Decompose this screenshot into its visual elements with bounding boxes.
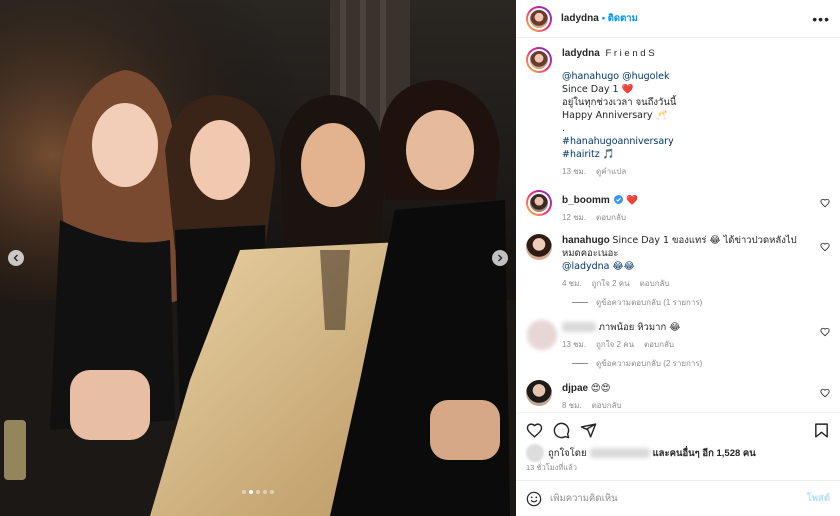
comment-like-icon[interactable]: [820, 242, 830, 252]
carousel-dot: [263, 490, 267, 494]
commenter-username[interactable]: hanahugo: [562, 235, 610, 246]
commenter-avatar[interactable]: [526, 234, 552, 260]
comment-time: 4 ชม.: [562, 279, 582, 288]
save-bookmark-icon[interactable]: [813, 422, 830, 439]
comment-time: 13 ชม.: [562, 340, 587, 349]
comment-item: djpae 😍😍 8 ชม. ตอบกลับ: [526, 380, 830, 409]
reply-button[interactable]: ตอบกลับ: [596, 211, 626, 224]
view-replies-button[interactable]: ดูข้อความตอบกลับ (2 รายการ): [572, 357, 830, 370]
caption-avatar[interactable]: [526, 47, 552, 73]
liker-avatar[interactable]: [526, 444, 544, 462]
comment-item: ภาพน้อย หิวมาก 😂 13 ชม. ถูกใจ 2 คน ตอบกล…: [526, 319, 830, 351]
caption-line: Happy Anniversary 🥂: [562, 110, 668, 121]
commenter-avatar[interactable]: [526, 190, 552, 216]
verified-badge-icon: [614, 195, 624, 204]
comment-text: ❤️: [626, 195, 638, 206]
commenter-username[interactable]: djpae: [562, 383, 588, 394]
comment-time: 8 ชม.: [562, 401, 582, 409]
carousel-indicator: [0, 490, 516, 494]
comment-input[interactable]: [550, 493, 807, 504]
comment-like-icon[interactable]: [820, 327, 830, 337]
likes-count[interactable]: และคนอื่นๆ อีก 1,528 คน: [653, 446, 756, 461]
post-comment-button[interactable]: โพสต์: [807, 491, 830, 506]
view-replies-label: ดูข้อความตอบกลับ (1 รายการ): [596, 298, 703, 307]
caption-line: Since Day 1 ❤️: [562, 84, 634, 95]
carousel-prev-button[interactable]: [8, 250, 24, 266]
likes-summary[interactable]: ถูกใจโดย และคนอื่นๆ อีก 1,528 คน: [526, 444, 830, 462]
add-comment-bar: โพสต์: [516, 480, 840, 516]
follow-button[interactable]: • ติดตาม: [602, 11, 638, 26]
comment-like-icon[interactable]: [820, 198, 830, 208]
reply-button[interactable]: ตอบกลับ: [592, 399, 622, 409]
caption-line[interactable]: #hanahugoanniversary: [562, 135, 812, 148]
carousel-next-button[interactable]: [492, 250, 508, 266]
caption-text: @hanahugo @hugolek Since Day 1 ❤️ อยู่ในทุ…: [562, 70, 812, 161]
post-actions-bar: [516, 412, 840, 448]
chevron-left-icon: [13, 254, 18, 262]
like-icon[interactable]: [526, 422, 543, 439]
author-username[interactable]: ladydna: [561, 13, 599, 24]
caption-time: 13 ชม.: [562, 167, 587, 176]
carousel-dot: [242, 490, 246, 494]
caption: ladydna F r i e n d S @hanahugo @hugolek…: [526, 47, 830, 178]
comment-likes[interactable]: ถูกใจ 2 คน: [596, 338, 634, 351]
translate-link[interactable]: ดูคำแปล: [596, 165, 626, 178]
carousel-dot: [249, 490, 253, 494]
view-replies-label: ดูข้อความตอบกลับ (2 รายการ): [596, 359, 703, 368]
photo-illustration: [0, 0, 516, 516]
comments-list[interactable]: ladydna F r i e n d S @hanahugo @hugolek…: [516, 39, 840, 409]
comment-item: hanahugo Since Day 1 ของแทร่ 😂 ได้ข่าวปว…: [526, 234, 830, 290]
caption-line: อยู่ในทุกช่วงเวลา จนถึงวันนี้: [562, 97, 677, 108]
post-photo[interactable]: [0, 0, 516, 516]
caption-line[interactable]: #hairitz 🎵: [562, 148, 812, 161]
more-options-icon[interactable]: •••: [812, 12, 830, 26]
commenter-avatar[interactable]: [526, 319, 558, 351]
comment-icon[interactable]: [553, 422, 570, 439]
comment-like-icon[interactable]: [820, 388, 830, 398]
comment-likes[interactable]: ถูกใจ 2 คน: [592, 277, 630, 290]
commenter-avatar[interactable]: [526, 380, 552, 406]
commenter-username[interactable]: b_boomm: [562, 195, 610, 206]
comment-item: b_boomm ❤️ 12 ชม. ตอบกลับ: [526, 190, 830, 224]
reply-button[interactable]: ตอบกลับ: [644, 338, 674, 351]
share-icon[interactable]: [580, 422, 597, 439]
emoji-icon[interactable]: [526, 491, 542, 507]
comment-mention[interactable]: @ladydna 😂😂: [562, 261, 635, 272]
liker-username-blurred[interactable]: [589, 448, 650, 458]
caption-line: .: [562, 123, 566, 134]
chevron-right-icon: [498, 254, 503, 262]
caption-username[interactable]: ladydna: [562, 48, 600, 59]
comment-time: 12 ชม.: [562, 213, 587, 222]
post-side-panel: ladydna • ติดตาม ••• ladydna F r i e n d…: [516, 0, 840, 516]
commenter-username-blurred[interactable]: [562, 322, 596, 333]
view-replies-button[interactable]: ดูข้อความตอบกลับ (1 รายการ): [572, 296, 830, 309]
carousel-dot: [256, 490, 260, 494]
caption-line[interactable]: @hanahugo @hugolek: [562, 70, 812, 83]
reply-button[interactable]: ตอบกลับ: [640, 277, 670, 290]
likes-prefix: ถูกใจโดย: [548, 447, 587, 459]
post-time: 13 ชั่วโมงที่แล้ว: [526, 463, 577, 472]
carousel-dot: [270, 490, 274, 494]
post-modal: ladydna • ติดตาม ••• ladydna F r i e n d…: [0, 0, 840, 516]
comment-text: ภาพน้อย หิวมาก 😂: [598, 322, 681, 333]
comment-text: 😍😍: [590, 383, 611, 394]
author-avatar[interactable]: [526, 5, 552, 32]
post-header: ladydna • ติดตาม •••: [516, 0, 840, 38]
caption-title: F r i e n d S: [605, 48, 655, 59]
